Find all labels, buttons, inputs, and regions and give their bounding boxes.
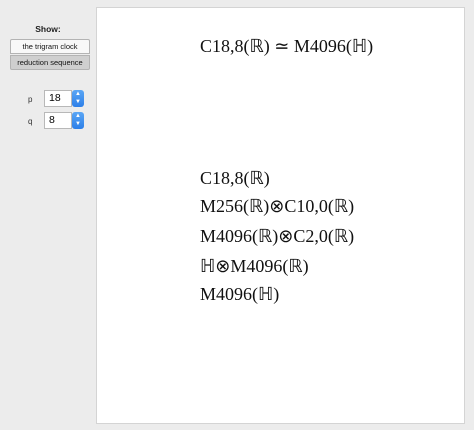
p-label: p: [28, 95, 33, 104]
sequence-line-2: M256(ℝ)⊗C10,0(ℝ): [200, 196, 355, 216]
chevron-up-icon[interactable]: ▲: [74, 112, 82, 120]
q-stepper[interactable]: ▲ ▼: [72, 112, 84, 129]
option-trigram-clock[interactable]: the trigram clock: [10, 39, 90, 54]
sequence-line-1: C18,8(ℝ): [200, 168, 270, 188]
sequence-line-3: M4096(ℝ)⊗C2,0(ℝ): [200, 226, 355, 246]
chevron-up-icon[interactable]: ▲: [74, 90, 82, 98]
chevron-down-icon[interactable]: ▼: [74, 120, 82, 128]
q-label: q: [28, 117, 33, 126]
option-reduction-sequence[interactable]: reduction sequence: [10, 55, 90, 70]
sequence-line-4: ℍ⊗M4096(ℝ): [200, 256, 309, 276]
p-value-field[interactable]: 18: [44, 90, 72, 107]
isomorphism-heading: C18,8(ℝ) ≃ M4096(ℍ): [200, 36, 374, 56]
show-label: Show:: [35, 24, 61, 34]
q-value-field[interactable]: 8: [44, 112, 72, 129]
sequence-line-5: M4096(ℍ): [200, 284, 280, 304]
control-panel: Show: the trigram clock reduction sequen…: [0, 0, 96, 430]
p-stepper[interactable]: ▲ ▼: [72, 90, 84, 107]
chevron-down-icon[interactable]: ▼: [74, 98, 82, 106]
